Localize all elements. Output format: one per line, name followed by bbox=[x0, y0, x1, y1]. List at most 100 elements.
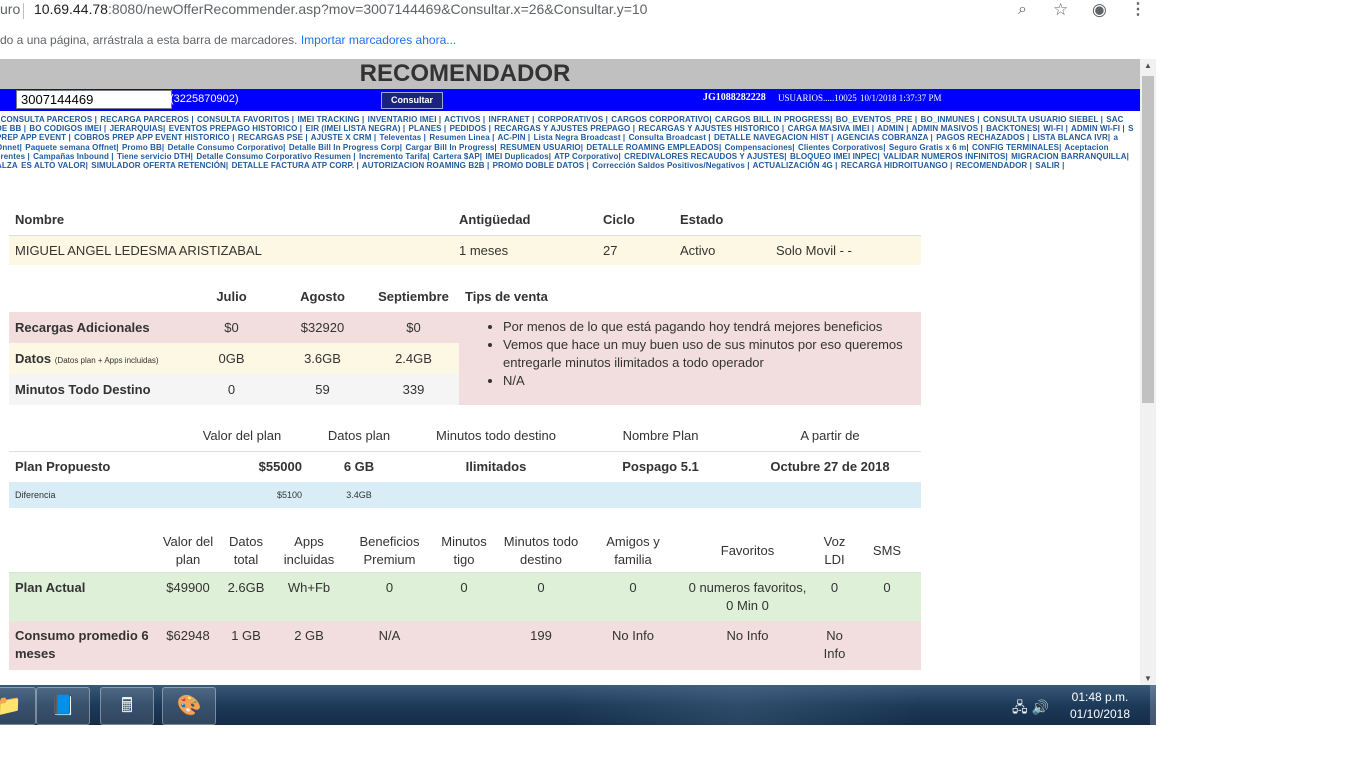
network-icon[interactable]: 🖧 bbox=[1012, 699, 1028, 715]
menu-link[interactable]: Campañas Inbound | bbox=[33, 152, 114, 161]
menu-link[interactable]: SIMULADOR OFERTA RETENCIÓN| bbox=[91, 161, 228, 170]
consultar-button[interactable]: Consultar bbox=[381, 92, 443, 109]
menu-link[interactable]: Paquete semana Offnet| bbox=[25, 143, 118, 152]
explorer-icon[interactable]: 📁 bbox=[0, 687, 36, 725]
menu-link[interactable]: EVENTOS PREPAGO HISTORICO | bbox=[169, 124, 302, 133]
navigation-menu: | CONSULTA PARCEROS | RECARGA PARCEROS |… bbox=[0, 115, 1134, 170]
clock-time[interactable]: 01:48 p.m. bbox=[1040, 690, 1160, 704]
menu-link[interactable]: DETALLE ROAMING EMPLEADOS| bbox=[586, 143, 721, 152]
star-icon[interactable]: ☆ bbox=[1053, 0, 1068, 20]
menu-link[interactable]: JERARQUIAS| bbox=[110, 124, 166, 133]
menu-link[interactable]: ALZA bbox=[0, 161, 18, 170]
menu-link[interactable]: ADMIN | bbox=[877, 124, 908, 133]
zoom-icon[interactable]: ⌕ bbox=[1018, 0, 1027, 20]
clock-date[interactable]: 01/10/2018 bbox=[1040, 707, 1160, 721]
menu-link[interactable]: Detalle Bill In Progress Corp| bbox=[289, 143, 402, 152]
menu-link[interactable]: CONSULTA USUARIO SIEBEL | bbox=[983, 115, 1103, 124]
scroll-up-arrow[interactable]: ▲ bbox=[1140, 61, 1156, 70]
menu-link[interactable]: WI-FI | bbox=[1043, 124, 1068, 133]
menu-link[interactable]: AGENCIAS COBRANZA | bbox=[837, 133, 933, 142]
show-desktop-button[interactable] bbox=[1150, 685, 1156, 725]
menu-link[interactable]: RECARGAS Y AJUSTES HISTORICO | bbox=[638, 124, 784, 133]
proposed-minutes: Ilimitados bbox=[465, 459, 527, 475]
menu-link[interactable]: Seguro Gratis x 6 m| bbox=[889, 143, 969, 152]
menu-link[interactable]: ADMIN MASIVOS | bbox=[912, 124, 983, 133]
menu-link[interactable]: CARGOS CORPORATIVO| bbox=[611, 115, 711, 124]
menu-link[interactable]: PROMO DOBLE DATOS | bbox=[493, 161, 589, 170]
menu-link[interactable]: CARGA MASIVA IMEI | bbox=[788, 124, 875, 133]
menu-link[interactable]: Tiene servicio DTH| bbox=[117, 152, 193, 161]
menu-link[interactable]: erentes | bbox=[0, 152, 30, 161]
menu-link[interactable]: DETALLE NAVEGACION HIST | bbox=[714, 133, 834, 142]
address-bar[interactable]: uro 10.69.44.78:8080/newOfferRecommender… bbox=[0, 0, 1366, 26]
menu-link[interactable]: BO_INMUNES | bbox=[921, 115, 980, 124]
phone-number-input[interactable] bbox=[16, 90, 172, 109]
menu-link[interactable]: | CONSULTA PARCEROS | bbox=[0, 115, 97, 124]
menu-link[interactable]: ACTUALIZACIÓN 4G | bbox=[753, 161, 838, 170]
menu-link[interactable]: RECARGA PARCEROS | bbox=[100, 115, 193, 124]
calculator-icon[interactable]: 🖩 bbox=[100, 687, 154, 725]
menu-link[interactable]: SALIR | bbox=[1035, 161, 1064, 170]
notes-icon[interactable]: 📘 bbox=[36, 687, 90, 725]
menu-link[interactable]: BO_EVENTOS_PRE | bbox=[836, 115, 918, 124]
import-bookmarks-link[interactable]: Importar marcadores ahora... bbox=[301, 33, 456, 47]
url-text[interactable]: 10.69.44.78:8080/newOfferRecommender.asp… bbox=[34, 1, 647, 17]
menu-link[interactable]: Aceptacion bbox=[1064, 143, 1108, 152]
menu-link[interactable]: Consulta Broadcast | bbox=[629, 133, 711, 142]
scroll-down-arrow[interactable]: ▼ bbox=[1140, 674, 1156, 683]
menu-link[interactable]: LISTA BLANCA IVR| bbox=[1033, 133, 1110, 142]
menu-link[interactable]: RECARGAS PSE | bbox=[238, 133, 308, 142]
menu-link[interactable]: RECOMENDADOR | bbox=[956, 161, 1032, 170]
menu-link[interactable]: INFRANET | bbox=[489, 115, 535, 124]
menu-link[interactable]: CREDIVALORES RECAUDOS Y AJUSTES| bbox=[624, 152, 787, 161]
account-icon[interactable]: ◉ bbox=[1092, 0, 1107, 20]
menu-link[interactable]: RESUMEN USUARIO| bbox=[500, 143, 583, 152]
menu-link[interactable]: ACTIVOS | bbox=[444, 115, 485, 124]
menu-link[interactable]: AC-PIN | bbox=[497, 133, 530, 142]
menu-link[interactable]: Detalle Consumo Corporativo| bbox=[168, 143, 286, 152]
menu-link[interactable]: Promo BB| bbox=[122, 143, 164, 152]
menu-link[interactable]: BACKTONES| bbox=[986, 124, 1040, 133]
menu-link[interactable]: Resumen Linea | bbox=[429, 133, 494, 142]
difference-empty bbox=[739, 482, 921, 508]
average-friends: No Info bbox=[587, 621, 679, 670]
menu-link[interactable]: RECARGA HIDROITUANGO | bbox=[841, 161, 953, 170]
menu-link[interactable]: Lista Negra Broadcast | bbox=[534, 133, 626, 142]
menu-link[interactable]: Cargar Bill In Progress| bbox=[405, 143, 496, 152]
menu-link[interactable]: ATP Corporativo| bbox=[554, 152, 621, 161]
menu-link[interactable]: Compensaciones| bbox=[725, 143, 795, 152]
menu-icon[interactable]: ⋮ bbox=[1130, 0, 1146, 20]
menu-link[interactable]: ADMIN WI-FI | bbox=[1071, 124, 1125, 133]
menu-link[interactable]: Clientes Corporativos| bbox=[798, 143, 886, 152]
menu-link[interactable]: CONFIG TERMINALES| bbox=[972, 143, 1061, 152]
menu-link[interactable]: AUTORIZACION ROAMING B2B | bbox=[362, 161, 489, 170]
menu-link[interactable]: AJUSTE X CRM | bbox=[311, 133, 376, 142]
paint-icon[interactable]: 🎨 bbox=[162, 687, 216, 725]
menu-link[interactable]: CONSULTA FAVORITOS | bbox=[197, 115, 294, 124]
site-info-label[interactable]: uro bbox=[0, 1, 20, 17]
menu-link[interactable]: Corrección Saldos Positivos/Negativos | bbox=[592, 161, 749, 170]
menu-link[interactable]: Detalle Consumo Corporativo Resumen | bbox=[196, 152, 355, 161]
menu-link[interactable]: MIGRACION BARRANQUILLA| bbox=[1011, 152, 1129, 161]
menu-link[interactable]: INVENTARIO IMEI | bbox=[368, 115, 442, 124]
menu-link[interactable]: BO CODIGOS IMEI | bbox=[29, 124, 106, 133]
menu-link[interactable]: ES ALTO VALOR| bbox=[21, 161, 88, 170]
menu-link[interactable]: Cartera $AP| bbox=[433, 152, 482, 161]
menu-link[interactable]: CARGOS BILL IN PROGRESS| bbox=[715, 115, 832, 124]
menu-link[interactable]: DETALLE FACTURA ATP CORP. | bbox=[232, 161, 359, 170]
menu-link[interactable]: Incremento Tarifa| bbox=[359, 152, 430, 161]
menu-link[interactable]: VALIDAR NUMEROS INFINITOS| bbox=[883, 152, 1008, 161]
vertical-scrollbar[interactable]: ▲ ▼ bbox=[1140, 59, 1156, 685]
menu-link[interactable]: BLOQUEO IMEI INPEC| bbox=[790, 152, 880, 161]
menu-link[interactable]: IMEI Duplicados| bbox=[485, 152, 551, 161]
menu-link[interactable]: PAGOS RECHAZADOS | bbox=[936, 133, 1029, 142]
menu-link[interactable]: RECARGAS Y AJUSTES PREPAGO | bbox=[494, 124, 635, 133]
menu-link[interactable]: IMEI TRACKING | bbox=[297, 115, 364, 124]
menu-link[interactable]: Televentas | bbox=[380, 133, 426, 142]
scroll-thumb[interactable] bbox=[1142, 76, 1154, 403]
menu-link[interactable]: COBROS PREP APP EVENT HISTORICO | bbox=[74, 133, 234, 142]
menu-link[interactable]: PEDIDOS | bbox=[450, 124, 491, 133]
menu-link[interactable]: PLANES | bbox=[409, 124, 447, 133]
menu-link[interactable]: EIR (IMEI LISTA NEGRA) | bbox=[305, 124, 405, 133]
menu-link[interactable]: CORPORATIVOS | bbox=[538, 115, 608, 124]
